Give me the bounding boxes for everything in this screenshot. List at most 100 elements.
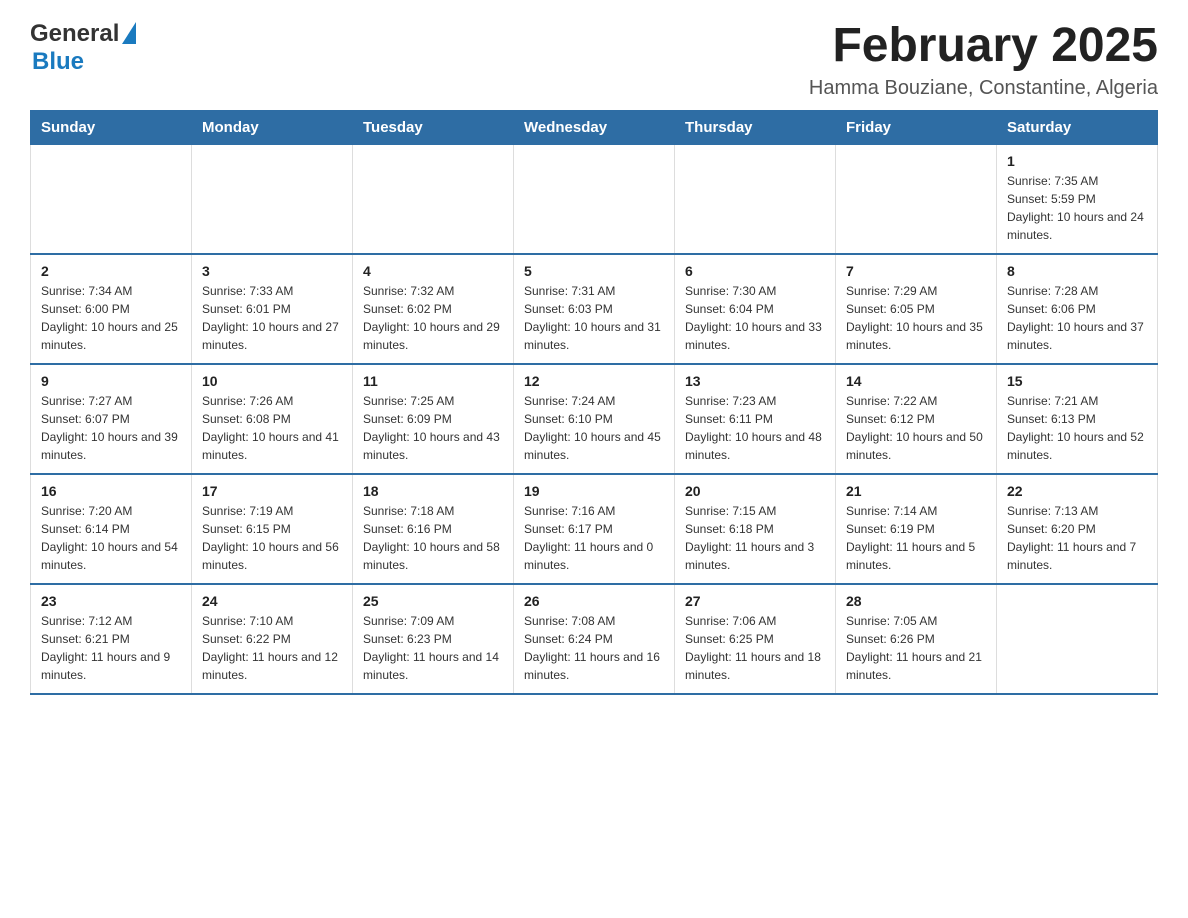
day-number: 8 <box>1007 263 1147 279</box>
calendar-table: Sunday Monday Tuesday Wednesday Thursday… <box>30 110 1158 696</box>
calendar-cell: 24 Sunrise: 7:10 AMSunset: 6:22 PMDayligh… <box>192 584 353 694</box>
calendar-header-row: Sunday Monday Tuesday Wednesday Thursday… <box>31 110 1158 144</box>
day-info: Sunrise: 7:35 AMSunset: 5:59 PMDaylight:… <box>1007 172 1147 244</box>
calendar-cell: 19 Sunrise: 7:16 AMSunset: 6:17 PMDayligh… <box>514 474 675 584</box>
calendar-cell: 26 Sunrise: 7:08 AMSunset: 6:24 PMDayligh… <box>514 584 675 694</box>
day-info: Sunrise: 7:25 AMSunset: 6:09 PMDaylight:… <box>363 392 503 464</box>
calendar-cell: 16 Sunrise: 7:20 AMSunset: 6:14 PMDayligh… <box>31 474 192 584</box>
calendar-cell: 25 Sunrise: 7:09 AMSunset: 6:23 PMDayligh… <box>353 584 514 694</box>
day-info: Sunrise: 7:29 AMSunset: 6:05 PMDaylight:… <box>846 282 986 354</box>
calendar-cell <box>997 584 1158 694</box>
calendar-cell <box>675 144 836 254</box>
day-info: Sunrise: 7:27 AMSunset: 6:07 PMDaylight:… <box>41 392 181 464</box>
day-number: 23 <box>41 593 181 609</box>
day-info: Sunrise: 7:09 AMSunset: 6:23 PMDaylight:… <box>363 612 503 684</box>
calendar-cell: 17 Sunrise: 7:19 AMSunset: 6:15 PMDayligh… <box>192 474 353 584</box>
day-number: 3 <box>202 263 342 279</box>
day-number: 9 <box>41 373 181 389</box>
calendar-cell: 23Sunrise: 7:12 AMSunset: 6:21 PMDayligh… <box>31 584 192 694</box>
calendar-cell <box>353 144 514 254</box>
day-info: Sunrise: 7:30 AMSunset: 6:04 PMDaylight:… <box>685 282 825 354</box>
day-number: 13 <box>685 373 825 389</box>
calendar-cell: 1 Sunrise: 7:35 AMSunset: 5:59 PMDaylight… <box>997 144 1158 254</box>
day-number: 14 <box>846 373 986 389</box>
day-number: 27 <box>685 593 825 609</box>
day-info: Sunrise: 7:21 AMSunset: 6:13 PMDaylight:… <box>1007 392 1147 464</box>
calendar-cell: 12 Sunrise: 7:24 AMSunset: 6:10 PMDayligh… <box>514 364 675 474</box>
location-subtitle: Hamma Bouziane, Constantine, Algeria <box>809 77 1158 100</box>
calendar-cell: 8 Sunrise: 7:28 AMSunset: 6:06 PMDaylight… <box>997 254 1158 364</box>
day-number: 2 <box>41 263 181 279</box>
day-number: 18 <box>363 483 503 499</box>
col-saturday: Saturday <box>997 110 1158 144</box>
day-info: Sunrise: 7:15 AMSunset: 6:18 PMDaylight:… <box>685 502 825 574</box>
col-tuesday: Tuesday <box>353 110 514 144</box>
day-info: Sunrise: 7:20 AMSunset: 6:14 PMDaylight:… <box>41 502 181 574</box>
calendar-cell <box>192 144 353 254</box>
calendar-cell: 2 Sunrise: 7:34 AMSunset: 6:00 PMDaylight… <box>31 254 192 364</box>
calendar-cell: 15Sunrise: 7:21 AMSunset: 6:13 PMDayligh… <box>997 364 1158 474</box>
col-thursday: Thursday <box>675 110 836 144</box>
day-info: Sunrise: 7:24 AMSunset: 6:10 PMDaylight:… <box>524 392 664 464</box>
day-info: Sunrise: 7:22 AMSunset: 6:12 PMDaylight:… <box>846 392 986 464</box>
day-info: Sunrise: 7:23 AMSunset: 6:11 PMDaylight:… <box>685 392 825 464</box>
calendar-cell: 28 Sunrise: 7:05 AMSunset: 6:26 PMDayligh… <box>836 584 997 694</box>
day-info: Sunrise: 7:14 AMSunset: 6:19 PMDaylight:… <box>846 502 986 574</box>
calendar-week-2: 2 Sunrise: 7:34 AMSunset: 6:00 PMDaylight… <box>31 254 1158 364</box>
calendar-cell: 27 Sunrise: 7:06 AMSunset: 6:25 PMDayligh… <box>675 584 836 694</box>
day-info: Sunrise: 7:18 AMSunset: 6:16 PMDaylight:… <box>363 502 503 574</box>
day-number: 21 <box>846 483 986 499</box>
day-number: 25 <box>363 593 503 609</box>
day-info: Sunrise: 7:06 AMSunset: 6:25 PMDaylight:… <box>685 612 825 684</box>
day-info: Sunrise: 7:28 AMSunset: 6:06 PMDaylight:… <box>1007 282 1147 354</box>
day-number: 6 <box>685 263 825 279</box>
day-info: Sunrise: 7:33 AMSunset: 6:01 PMDaylight:… <box>202 282 342 354</box>
calendar-cell <box>31 144 192 254</box>
day-number: 28 <box>846 593 986 609</box>
day-info: Sunrise: 7:05 AMSunset: 6:26 PMDaylight:… <box>846 612 986 684</box>
month-title: February 2025 <box>809 20 1158 73</box>
calendar-cell: 18 Sunrise: 7:18 AMSunset: 6:16 PMDayligh… <box>353 474 514 584</box>
title-block: February 2025 Hamma Bouziane, Constantin… <box>809 20 1158 100</box>
calendar-cell <box>836 144 997 254</box>
col-monday: Monday <box>192 110 353 144</box>
page-header: General Blue February 2025 Hamma Bouzian… <box>30 20 1158 100</box>
calendar-week-5: 23Sunrise: 7:12 AMSunset: 6:21 PMDayligh… <box>31 584 1158 694</box>
day-number: 26 <box>524 593 664 609</box>
calendar-cell: 10 Sunrise: 7:26 AMSunset: 6:08 PMDayligh… <box>192 364 353 474</box>
day-number: 5 <box>524 263 664 279</box>
calendar-cell <box>514 144 675 254</box>
day-number: 24 <box>202 593 342 609</box>
logo-blue-text: Blue <box>32 48 84 76</box>
calendar-cell: 9 Sunrise: 7:27 AMSunset: 6:07 PMDaylight… <box>31 364 192 474</box>
col-sunday: Sunday <box>31 110 192 144</box>
calendar-cell: 14 Sunrise: 7:22 AMSunset: 6:12 PMDayligh… <box>836 364 997 474</box>
calendar-week-1: 1 Sunrise: 7:35 AMSunset: 5:59 PMDaylight… <box>31 144 1158 254</box>
calendar-cell: 3 Sunrise: 7:33 AMSunset: 6:01 PMDaylight… <box>192 254 353 364</box>
day-number: 1 <box>1007 153 1147 169</box>
day-info: Sunrise: 7:13 AMSunset: 6:20 PMDaylight:… <box>1007 502 1147 574</box>
calendar-cell: 22 Sunrise: 7:13 AMSunset: 6:20 PMDayligh… <box>997 474 1158 584</box>
day-number: 20 <box>685 483 825 499</box>
day-number: 17 <box>202 483 342 499</box>
day-info: Sunrise: 7:19 AMSunset: 6:15 PMDaylight:… <box>202 502 342 574</box>
calendar-week-3: 9 Sunrise: 7:27 AMSunset: 6:07 PMDaylight… <box>31 364 1158 474</box>
logo-triangle-icon <box>122 22 136 44</box>
calendar-cell: 13 Sunrise: 7:23 AMSunset: 6:11 PMDayligh… <box>675 364 836 474</box>
calendar-cell: 4Sunrise: 7:32 AMSunset: 6:02 PMDaylight… <box>353 254 514 364</box>
day-number: 19 <box>524 483 664 499</box>
col-wednesday: Wednesday <box>514 110 675 144</box>
day-number: 10 <box>202 373 342 389</box>
day-info: Sunrise: 7:08 AMSunset: 6:24 PMDaylight:… <box>524 612 664 684</box>
calendar-cell: 11Sunrise: 7:25 AMSunset: 6:09 PMDayligh… <box>353 364 514 474</box>
day-number: 4 <box>363 263 503 279</box>
day-info: Sunrise: 7:16 AMSunset: 6:17 PMDaylight:… <box>524 502 664 574</box>
day-info: Sunrise: 7:31 AMSunset: 6:03 PMDaylight:… <box>524 282 664 354</box>
day-number: 22 <box>1007 483 1147 499</box>
calendar-cell: 20 Sunrise: 7:15 AMSunset: 6:18 PMDayligh… <box>675 474 836 584</box>
day-info: Sunrise: 7:10 AMSunset: 6:22 PMDaylight:… <box>202 612 342 684</box>
day-info: Sunrise: 7:34 AMSunset: 6:00 PMDaylight:… <box>41 282 181 354</box>
day-number: 16 <box>41 483 181 499</box>
day-number: 12 <box>524 373 664 389</box>
day-info: Sunrise: 7:26 AMSunset: 6:08 PMDaylight:… <box>202 392 342 464</box>
